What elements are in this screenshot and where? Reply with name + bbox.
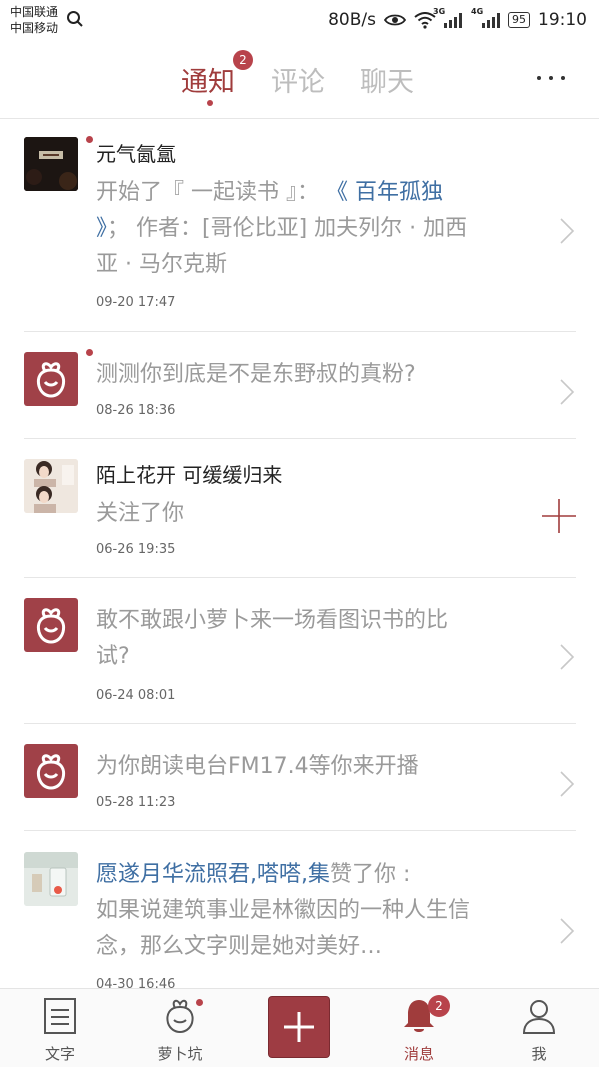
nav-label-text: 文字 bbox=[44, 1045, 75, 1063]
nav-me[interactable]: 我 bbox=[499, 997, 579, 1064]
signal-4g-icon: 4G bbox=[471, 7, 500, 28]
timestamp: 08-26 18:36 bbox=[96, 403, 176, 418]
plus-icon bbox=[284, 1012, 314, 1042]
liker-name-1[interactable]: 愿遂月华流照君 bbox=[96, 862, 250, 887]
timestamp: 06-26 19:35 bbox=[96, 542, 176, 557]
carrier-2: 中国移动 bbox=[10, 21, 59, 35]
message-text: 关注了你 bbox=[96, 501, 185, 526]
tab-comment[interactable]: 评论 bbox=[271, 60, 325, 99]
nav-messages[interactable]: 2 消息 bbox=[379, 995, 459, 1064]
list-item[interactable]: 测测你到底是不是东野叔的真粉? 08-26 18:36 bbox=[24, 331, 576, 439]
tab-bar: 通知 2 评论 聊天 bbox=[0, 42, 599, 119]
message-text: 开始了『 一起读书 』： 《 百年孤独 》； 作者：[哥伦比亚] 加夫列尔 · … bbox=[96, 180, 468, 277]
tab-notice[interactable]: 通知 bbox=[181, 60, 235, 99]
battery-icon: 95 bbox=[508, 12, 530, 28]
radish-icon bbox=[166, 999, 194, 1034]
messages-badge: 2 bbox=[428, 995, 450, 1017]
eye-icon bbox=[384, 14, 406, 26]
nav-label-me: 我 bbox=[531, 1045, 547, 1063]
message-text: 为你朗读电台FM17.4等你来开播 bbox=[96, 754, 419, 779]
chevron-right-icon bbox=[560, 918, 575, 944]
sender-name[interactable]: 陌上花开 可缓缓归来 bbox=[96, 459, 282, 488]
unread-dot bbox=[86, 136, 93, 143]
add-button[interactable] bbox=[269, 997, 329, 1057]
app-logo-avatar[interactable] bbox=[24, 352, 78, 406]
nav-label-luobokeng: 萝卜坑 bbox=[157, 1045, 203, 1063]
book-cover-avatar[interactable] bbox=[24, 137, 78, 191]
search-icon bbox=[67, 11, 83, 27]
chevron-right-icon bbox=[560, 644, 575, 670]
girl-photo-avatar[interactable] bbox=[24, 459, 78, 513]
sender-name[interactable]: 元气氤氲 bbox=[96, 138, 176, 167]
message-text: 敢不敢跟小萝卜来一场看图识书的比试? bbox=[96, 608, 449, 669]
unread-dot bbox=[86, 349, 93, 356]
message-text: 测测你到底是不是东野叔的真粉? bbox=[96, 362, 416, 387]
list-item[interactable]: 陌上花开 可缓缓归来 关注了你 06-26 19:35 bbox=[24, 438, 576, 578]
more-icon[interactable] bbox=[537, 76, 565, 80]
clock: 19:10 bbox=[538, 10, 587, 30]
timestamp: 04-30 16:46 bbox=[96, 977, 176, 988]
document-icon bbox=[44, 998, 76, 1034]
nav-text[interactable]: 文字 bbox=[20, 997, 100, 1064]
timestamp: 09-20 17:47 bbox=[96, 295, 176, 310]
liker-name-2[interactable]: 嗒嗒 bbox=[257, 862, 301, 887]
chevron-right-icon bbox=[560, 218, 575, 244]
timestamp: 05-28 11:23 bbox=[96, 795, 176, 810]
tab-chat[interactable]: 聊天 bbox=[360, 60, 414, 99]
bottom-nav: 文字 萝卜坑 2 消息 我 bbox=[0, 988, 599, 1067]
chevron-right-icon bbox=[560, 379, 575, 405]
list-item[interactable]: 敢不敢跟小萝卜来一场看图识书的比试? 06-24 08:01 bbox=[24, 577, 576, 724]
follow-back-plus-icon[interactable] bbox=[542, 499, 576, 533]
app-logo-avatar[interactable] bbox=[24, 744, 78, 798]
status-bar: 中国联通 中国移动 80B/s 3G 4G 95 19:10 bbox=[0, 0, 599, 42]
carrier-info: 中国联通 中国移动 bbox=[10, 4, 58, 36]
list-item[interactable]: 愿遂月华流照君,嗒嗒,集赞了你 : 如果说建筑事业是林徽因的一种人生信念，那么文… bbox=[24, 830, 576, 988]
list-item[interactable]: 为你朗读电台FM17.4等你来开播 05-28 11:23 bbox=[24, 723, 576, 831]
app-logo-avatar[interactable] bbox=[24, 598, 78, 652]
nav-label-messages: 消息 bbox=[403, 1045, 434, 1063]
notice-badge: 2 bbox=[233, 50, 253, 70]
user-icon bbox=[522, 1000, 556, 1034]
list-item[interactable]: 元气氤氲 开始了『 一起读书 』： 《 百年孤独 》； 作者：[哥伦比亚] 加夫… bbox=[24, 118, 576, 332]
active-tab-indicator bbox=[207, 100, 213, 106]
nav-luobokeng[interactable]: 萝卜坑 bbox=[140, 997, 220, 1064]
like-header: 愿遂月华流照君,嗒嗒,集赞了你 : bbox=[96, 862, 411, 887]
chevron-right-icon bbox=[560, 771, 575, 797]
unread-dot bbox=[196, 999, 203, 1006]
liker-name-3[interactable]: 集 bbox=[308, 862, 330, 887]
message-text: 如果说建筑事业是林徽因的一种人生信念，那么文字则是她对美好… bbox=[96, 898, 471, 959]
signal-3g-icon: 3G bbox=[433, 7, 462, 28]
glass-photo-avatar[interactable] bbox=[24, 852, 78, 906]
network-speed: 80B/s bbox=[328, 10, 376, 30]
timestamp: 06-24 08:01 bbox=[96, 688, 176, 703]
carrier-1: 中国联通 bbox=[10, 5, 59, 19]
